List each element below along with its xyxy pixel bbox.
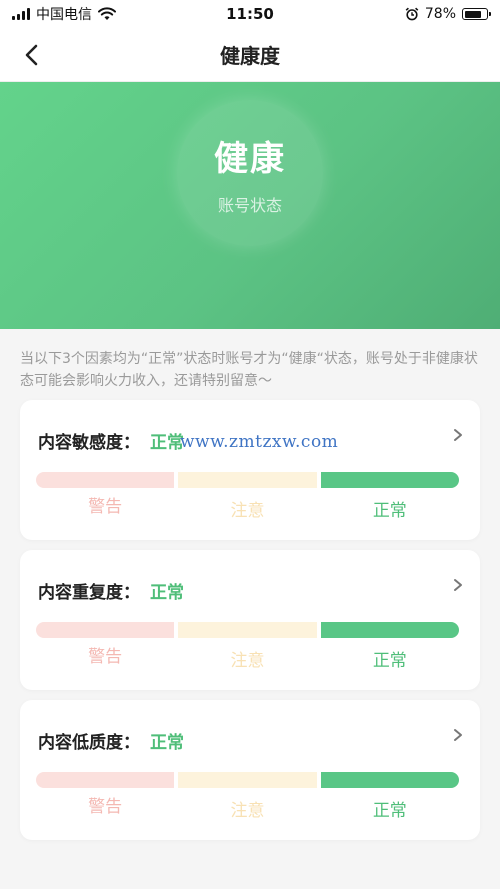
chevron-left-icon <box>25 44 38 66</box>
page-title: 健康度 <box>220 44 280 68</box>
level-bar-normal <box>320 772 459 788</box>
back-button[interactable] <box>14 38 48 72</box>
level-bar-caution <box>178 472 317 488</box>
health-note: 当以下3个因素均为“正常”状态时账号才为“健康“状态，账号处于非健康状态可能会影… <box>20 351 478 389</box>
health-status-circle: 健康 账号状态 <box>177 100 323 246</box>
level-labels: 警告 注意 正常 <box>36 492 459 521</box>
navigation-bar: 健康度 <box>0 28 500 82</box>
account-health-status: 健康 <box>214 138 286 179</box>
level-bar-warning <box>36 472 175 488</box>
level-bar <box>36 622 459 638</box>
level-label-warning: 警告 <box>88 647 123 667</box>
factor-label: 内容低质度： <box>38 733 140 753</box>
level-bar <box>36 472 459 488</box>
level-label-normal: 正常 <box>372 801 407 821</box>
account-status-label: 账号状态 <box>217 195 282 215</box>
watermark: www.zmtzxw.com <box>180 432 339 452</box>
alarm-icon <box>405 7 419 21</box>
level-labels: 警告 注意 正常 <box>36 792 459 821</box>
wifi-icon <box>98 7 116 20</box>
factor-value: 正常 <box>150 733 184 753</box>
level-label-warning: 警告 <box>88 497 123 517</box>
level-label-caution: 注意 <box>230 501 265 521</box>
factor-header: 内容敏感度： 正常 <box>38 428 184 453</box>
level-label-normal: 正常 <box>372 651 407 671</box>
carrier-name: 中国电信 <box>36 7 92 23</box>
level-bar-normal <box>320 622 459 638</box>
factor-value: 正常 <box>150 433 184 453</box>
factor-label: 内容敏感度： <box>38 433 140 453</box>
level-label-warning: 警告 <box>88 797 123 817</box>
level-bar-caution <box>178 622 317 638</box>
battery-percent: 78% <box>424 6 456 22</box>
signal-icon <box>12 8 30 20</box>
level-bar-warning <box>36 622 175 638</box>
level-label-caution: 注意 <box>230 801 265 821</box>
factor-label: 内容重复度： <box>38 583 140 603</box>
battery-icon <box>462 8 491 20</box>
level-bar <box>36 772 459 788</box>
factor-value: 正常 <box>150 583 184 603</box>
chevron-right-icon[interactable] <box>452 428 464 442</box>
factor-header: 内容重复度： 正常 <box>38 578 184 603</box>
level-label-normal: 正常 <box>372 501 407 521</box>
battery-fill <box>464 10 481 18</box>
factor-card[interactable]: 内容重复度： 正常 警告 注意 正常 <box>20 550 480 690</box>
factor-header: 内容低质度： 正常 <box>38 728 184 753</box>
chevron-right-icon[interactable] <box>452 578 464 592</box>
factor-card[interactable]: 内容低质度： 正常 警告 注意 正常 <box>20 700 480 840</box>
status-bar: 中国电信 11:50 78% <box>0 0 500 28</box>
status-bar-left: 中国电信 <box>12 4 116 24</box>
chevron-right-icon[interactable] <box>452 728 464 742</box>
level-labels: 警告 注意 正常 <box>36 642 459 671</box>
level-bar-normal <box>320 472 459 488</box>
level-bar-warning <box>36 772 175 788</box>
status-bar-right: 78% <box>405 6 491 22</box>
factor-card[interactable]: 内容敏感度： 正常 警告 注意 正常 <box>20 400 480 540</box>
level-label-caution: 注意 <box>230 651 265 671</box>
health-hero: 健康 账号状态 <box>0 82 500 329</box>
level-bar-caution <box>178 772 317 788</box>
